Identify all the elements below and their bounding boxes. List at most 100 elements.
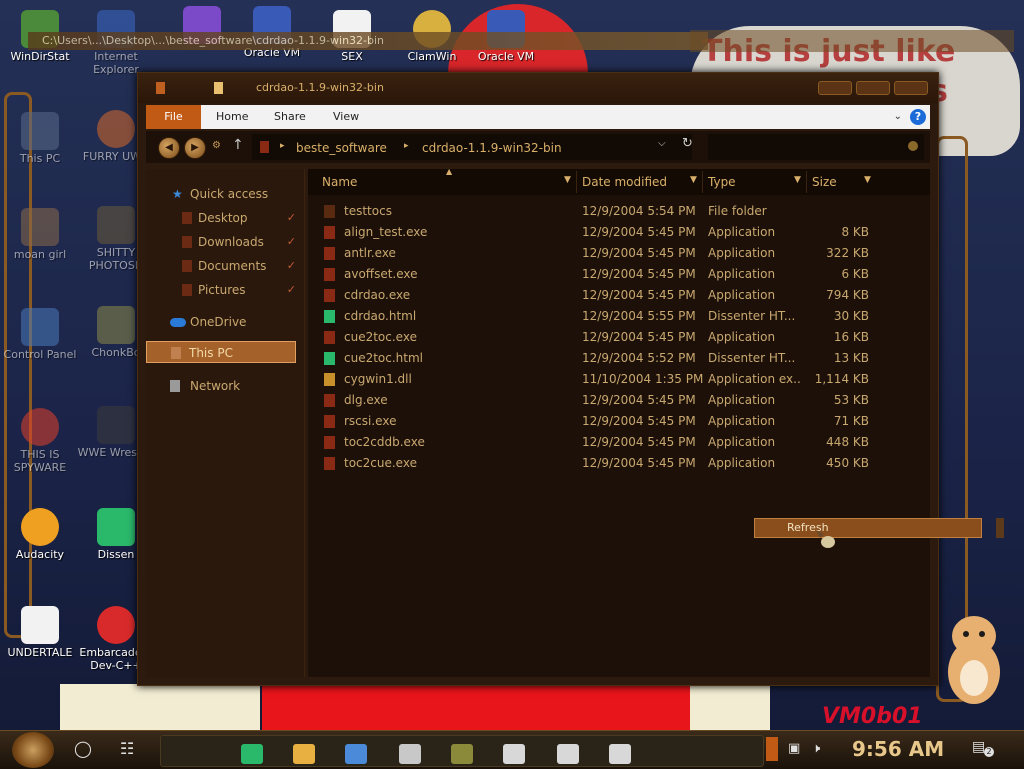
paint-icon <box>97 206 135 244</box>
tree-taskbar-icon[interactable] <box>451 744 473 764</box>
start-button[interactable] <box>12 732 54 768</box>
up-icon[interactable]: ↑ <box>232 137 244 153</box>
address-bar[interactable]: ▸ beste_software ▸ cdrdao-1.1.9-win32-bi… <box>252 134 692 160</box>
desktop-icon-undertale[interactable]: UNDERTALE <box>0 606 80 659</box>
file-type: Application <box>708 246 776 260</box>
column-divider[interactable] <box>702 171 703 193</box>
taskbar: ◯ ☷ ▣ 🕨 9:56 AM ▤ 2 <box>0 730 1024 769</box>
desktop-icon-spyware[interactable]: THIS IS SPYWARE <box>0 408 80 474</box>
breadcrumb-separator-icon[interactable]: ▸ <box>404 141 409 151</box>
breadcrumb-beste-software[interactable]: beste_software <box>296 141 387 155</box>
tab-home[interactable]: Home <box>202 105 262 129</box>
pin-icon[interactable]: ✓ <box>287 255 296 277</box>
image-icon <box>97 306 135 344</box>
maximize-button[interactable] <box>856 81 890 95</box>
desktop-icon-control-panel[interactable]: Control Panel <box>0 308 80 361</box>
file-row[interactable]: testtocs 12/9/2004 5:54 PM File folder <box>308 201 930 222</box>
desktop-icon-this-pc[interactable]: This PC <box>0 112 80 165</box>
tab-file[interactable]: File <box>146 105 201 129</box>
file-row[interactable]: cygwin1.dll 11/10/2004 1:35 PM Application… <box>308 369 930 390</box>
column-divider[interactable] <box>576 171 577 193</box>
window-taskbar-icon[interactable] <box>557 744 579 764</box>
file-name: toc2cddb.exe <box>344 435 425 449</box>
file-row[interactable]: rscsi.exe 12/9/2004 5:45 PM Application 71 … <box>308 411 930 432</box>
wallpaper-shape <box>262 684 762 730</box>
file-row[interactable]: dlg.exe 12/9/2004 5:45 PM Application 53 KB <box>308 390 930 411</box>
notifications-icon[interactable]: ▤ 2 <box>972 739 994 759</box>
refresh-icon[interactable]: ↻ <box>682 136 693 151</box>
nav-downloads[interactable]: Downloads ✓ <box>146 231 296 253</box>
hamster-desktop-pet-icon[interactable] <box>944 610 1004 706</box>
file-explorer-taskbar-icon[interactable] <box>293 744 315 764</box>
pin-icon[interactable]: ✓ <box>287 279 296 301</box>
downloads-icon <box>182 236 192 248</box>
nav-network[interactable]: Network <box>146 375 296 397</box>
file-row[interactable]: cdrdao.exe 12/9/2004 5:45 PM Application 79… <box>308 285 930 306</box>
column-size[interactable]: Size <box>812 175 837 189</box>
help-icon[interactable]: ? <box>910 109 926 125</box>
file-type: Application <box>708 393 776 407</box>
desktop-icon-moan-girl[interactable]: moan girl <box>0 208 80 261</box>
tools-taskbar-icon[interactable] <box>399 744 421 764</box>
back-button[interactable]: ◀ <box>158 137 180 159</box>
pin-icon[interactable]: ✓ <box>287 231 296 253</box>
breadcrumb-separator-icon[interactable]: ▸ <box>280 141 285 151</box>
column-type[interactable]: Type <box>708 175 736 189</box>
window-taskbar-icon[interactable] <box>609 744 631 764</box>
window-taskbar-icon[interactable] <box>503 744 525 764</box>
nav-documents[interactable]: Documents ✓ <box>146 255 296 277</box>
forward-button[interactable]: ▶ <box>184 137 206 159</box>
exe-icon <box>324 247 335 260</box>
close-button[interactable] <box>894 81 928 95</box>
window-titlebar[interactable]: cdrdao-1.1.9-win32-bin <box>138 73 938 103</box>
column-dropdown-icon[interactable]: ▼ <box>864 175 871 185</box>
file-row[interactable]: toc2cddb.exe 12/9/2004 5:45 PM Application… <box>308 432 930 453</box>
recent-locations-icon[interactable]: ⚙ <box>212 140 221 151</box>
nav-pictures[interactable]: Pictures ✓ <box>146 279 296 301</box>
file-size: 6 KB <box>841 267 869 281</box>
nav-label: Downloads <box>198 235 264 249</box>
volume-muted-icon[interactable]: 🕨 <box>812 741 820 756</box>
windows-taskbar-icon[interactable] <box>345 744 367 764</box>
file-row[interactable]: align_test.exe 12/9/2004 5:45 PM Applicati… <box>308 222 930 243</box>
context-menu-refresh[interactable]: Refresh <box>754 518 982 538</box>
nav-desktop[interactable]: Desktop ✓ <box>146 207 296 229</box>
tab-share[interactable]: Share <box>260 105 320 129</box>
column-dropdown-icon[interactable]: ▼ <box>794 175 801 185</box>
network-tray-icon[interactable]: ▣ <box>788 741 800 756</box>
column-divider[interactable] <box>806 171 807 193</box>
file-size: 53 KB <box>833 393 869 407</box>
column-dropdown-icon[interactable]: ▼ <box>690 175 697 185</box>
column-date-modified[interactable]: Date modified <box>582 175 667 189</box>
clock[interactable]: 9:56 AM <box>852 737 944 761</box>
cortana-icon[interactable]: ◯ <box>74 739 92 758</box>
html-icon <box>324 352 335 365</box>
nav-quick-access[interactable]: ★ Quick access <box>146 183 296 205</box>
column-dropdown-icon[interactable]: ▼ <box>564 175 571 185</box>
tab-view[interactable]: View <box>319 105 373 129</box>
minimize-button[interactable] <box>818 81 852 95</box>
search-input[interactable] <box>708 134 924 160</box>
unity-icon <box>21 606 59 644</box>
pin-icon[interactable]: ✓ <box>287 207 296 229</box>
nav-this-pc[interactable]: This PC <box>146 341 296 363</box>
computer-icon <box>171 347 181 359</box>
file-row[interactable]: avoffset.exe 12/9/2004 5:45 PM Application… <box>308 264 930 285</box>
expand-ribbon-icon[interactable]: ⌄ <box>894 111 902 122</box>
file-row[interactable]: cue2toc.html 12/9/2004 5:52 PM Dissenter H… <box>308 348 930 369</box>
desktop-icon-audacity[interactable]: Audacity <box>0 508 80 561</box>
file-row[interactable]: antlr.exe 12/9/2004 5:45 PM Application 322… <box>308 243 930 264</box>
breadcrumb-current-folder[interactable]: cdrdao-1.1.9-win32-bin <box>422 141 562 155</box>
file-type: File folder <box>708 204 767 218</box>
file-row[interactable]: toc2cue.exe 12/9/2004 5:45 PM Application 4… <box>308 453 930 474</box>
nav-onedrive[interactable]: OneDrive <box>146 311 296 333</box>
desktop-icon-label: SEX <box>341 50 363 63</box>
file-row[interactable]: cue2toc.exe 12/9/2004 5:45 PM Application 1… <box>308 327 930 348</box>
explorer-window[interactable]: cdrdao-1.1.9-win32-bin File Home Share V… <box>137 72 939 686</box>
dissenter-taskbar-icon[interactable] <box>241 744 263 764</box>
address-dropdown-icon[interactable]: ⌵ <box>658 138 666 149</box>
background-window-titlebar[interactable]: C:\Users\...\Desktop\...\beste_software\… <box>28 32 708 50</box>
file-row[interactable]: cdrdao.html 12/9/2004 5:55 PM Dissenter HT… <box>308 306 930 327</box>
task-view-icon[interactable]: ☷ <box>120 739 134 758</box>
column-name[interactable]: Name <box>322 175 357 189</box>
